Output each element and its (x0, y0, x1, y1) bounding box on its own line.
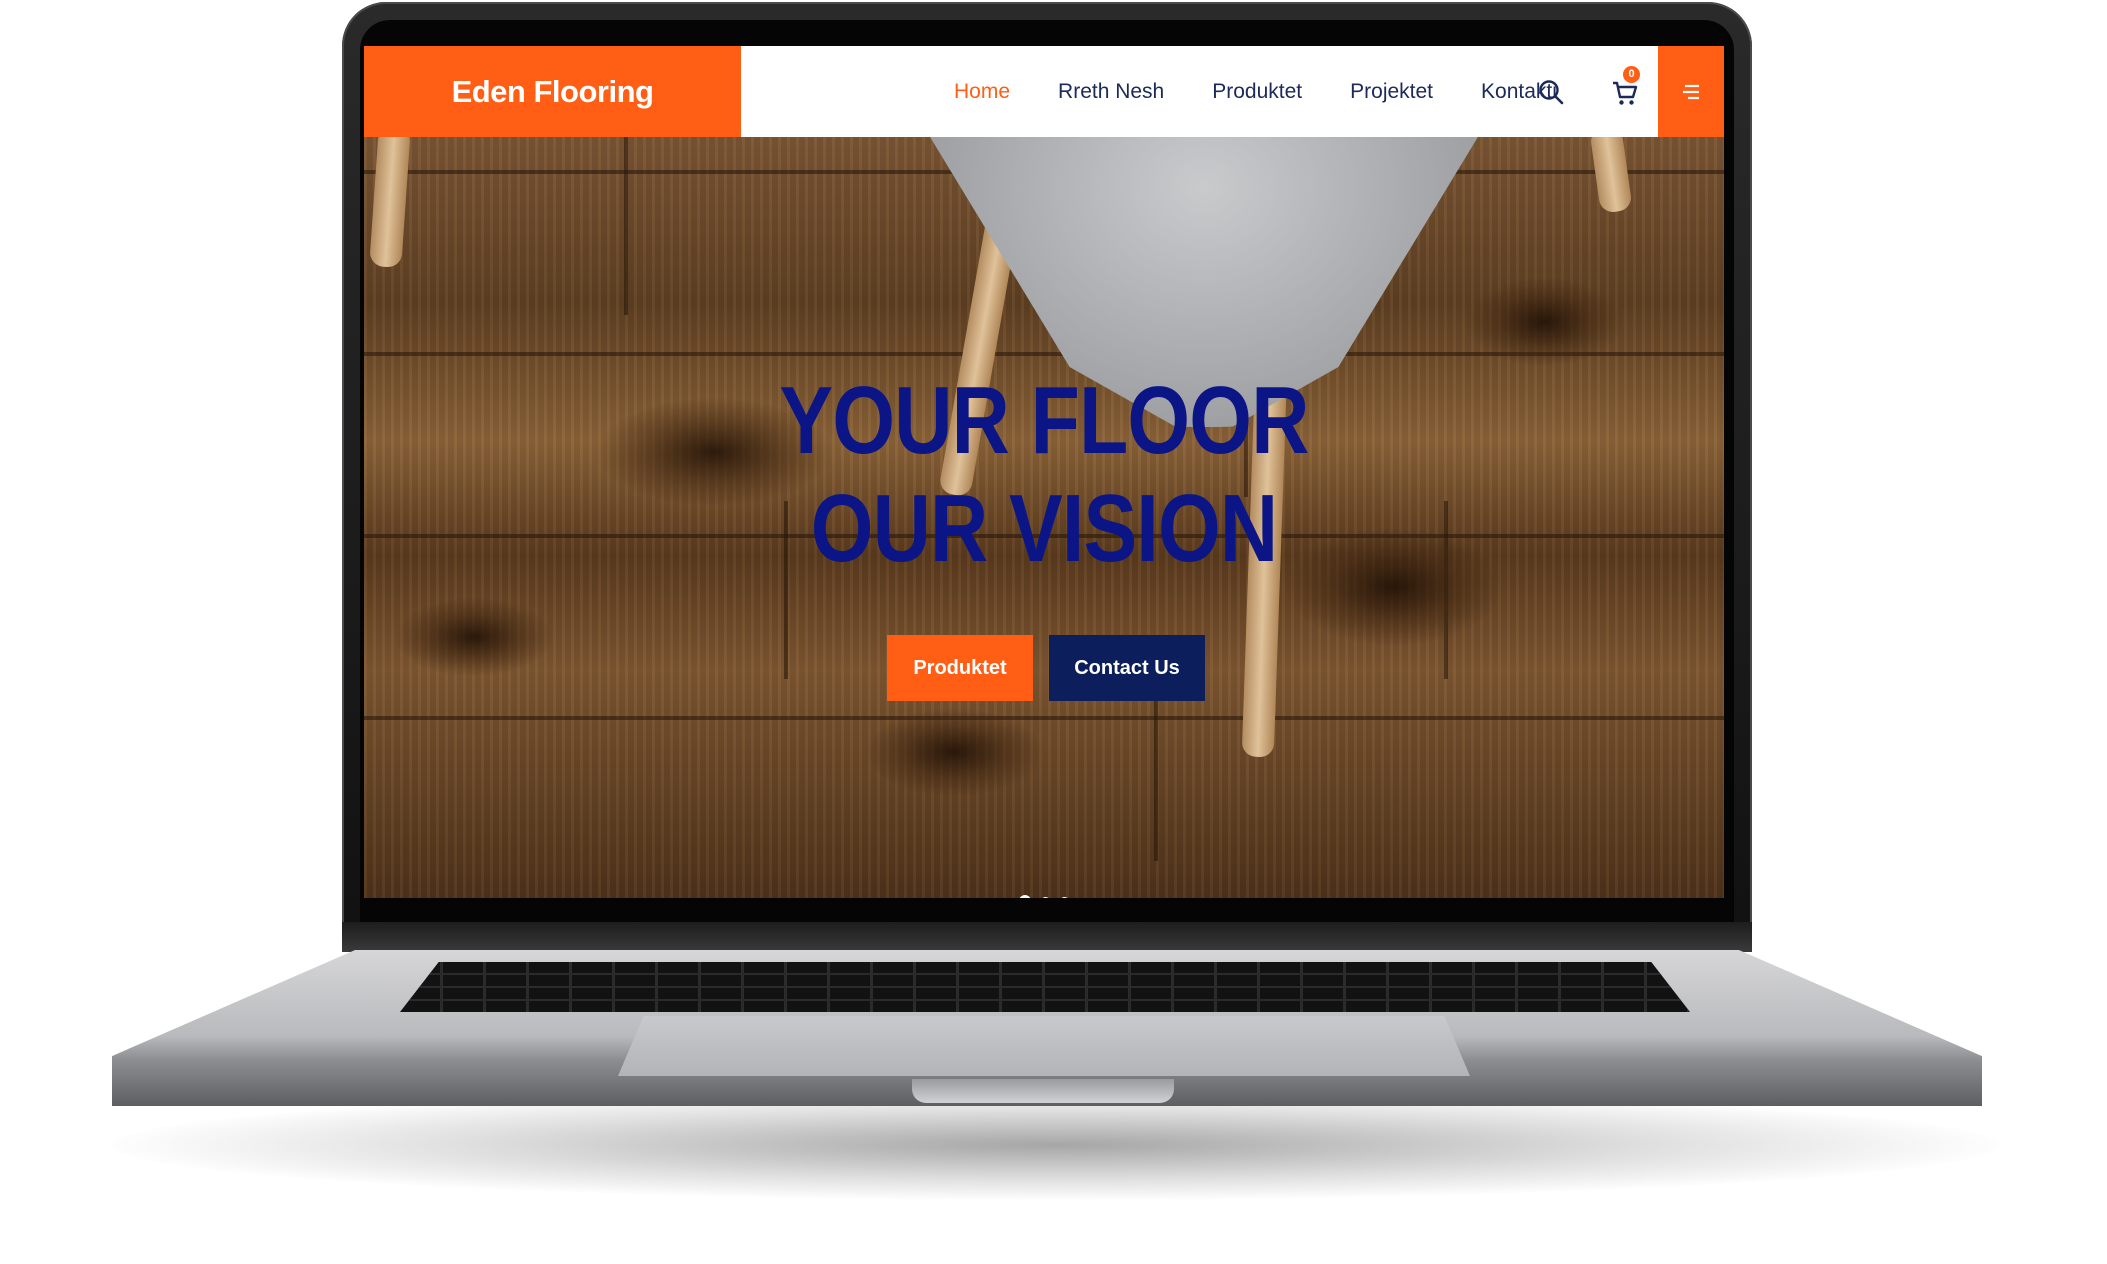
menu-icon (1683, 84, 1699, 99)
nav-item-home[interactable]: Home (954, 80, 1010, 104)
website-screen: YOUR FLOOR OUR VISION Produktet Contact … (364, 46, 1724, 898)
chair-leg (369, 126, 411, 268)
laptop-hinge (342, 922, 1752, 952)
slider-dot-2[interactable] (1041, 896, 1050, 898)
contact-us-button[interactable]: Contact Us (1049, 635, 1205, 701)
hero-title: YOUR FLOOR OUR VISION (473, 367, 1615, 583)
logo-text: Eden Flooring (451, 73, 654, 109)
cart-count-badge: 0 (1623, 66, 1640, 83)
search-icon[interactable] (1537, 78, 1565, 106)
nav-item-rreth-nesh[interactable]: Rreth Nesh (1058, 80, 1164, 104)
logo[interactable]: Eden Flooring (364, 46, 741, 137)
site-header: Eden Flooring Home Rreth Nesh Produktet … (364, 46, 1724, 137)
hero-title-line2: OUR VISION (810, 475, 1278, 582)
slider-pagination (1019, 895, 1079, 898)
products-button[interactable]: Produktet (887, 635, 1033, 701)
wood-knot (1464, 277, 1624, 367)
laptop-notch (912, 1079, 1174, 1103)
wood-knot (394, 597, 554, 677)
chair-leg (1589, 125, 1633, 214)
menu-button[interactable] (1658, 46, 1724, 137)
laptop-trackpad (618, 1016, 1470, 1076)
laptop-keyboard (400, 962, 1690, 1012)
cart-icon[interactable] (1610, 78, 1640, 108)
hero-slider: YOUR FLOOR OUR VISION Produktet Contact … (364, 125, 1724, 898)
wood-knot (864, 707, 1044, 797)
main-nav: Home Rreth Nesh Produktet Projektet Kont… (954, 46, 1605, 137)
nav-item-produktet[interactable]: Produktet (1212, 80, 1302, 104)
laptop-shadow (110, 1090, 2000, 1200)
hero-title-line1: YOUR FLOOR (779, 367, 1309, 474)
plank-seam (1154, 683, 1158, 861)
slider-dot-1[interactable] (1019, 895, 1031, 898)
nav-item-projektet[interactable]: Projektet (1350, 80, 1433, 104)
slider-dot-3[interactable] (1060, 896, 1069, 898)
plank-seam (624, 137, 628, 315)
